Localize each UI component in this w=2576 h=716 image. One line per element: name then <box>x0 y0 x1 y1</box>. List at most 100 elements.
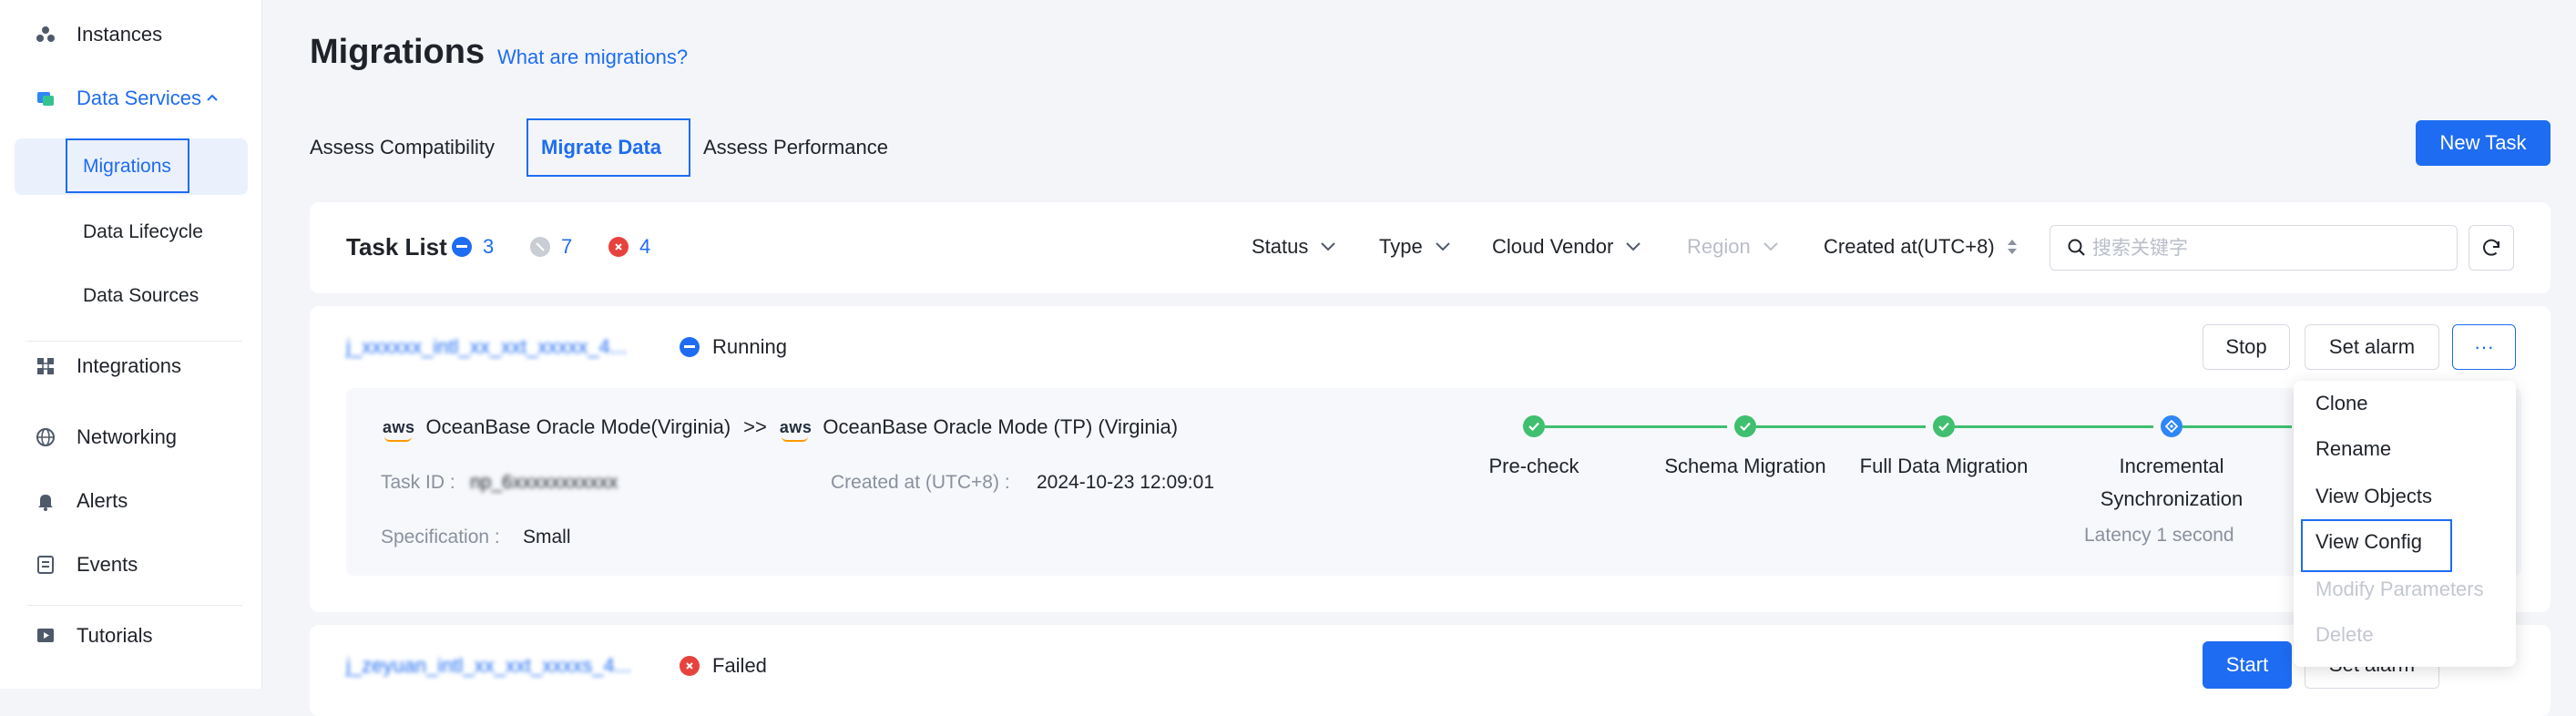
running-status-icon <box>452 237 472 257</box>
aws-logo-icon: aws <box>383 417 415 442</box>
task-name-link[interactable]: j_zeyuan_intl_xx_xxt_xxxxs_4... <box>346 654 631 678</box>
focus-outline <box>526 118 690 177</box>
status-badge: Running <box>680 335 787 359</box>
check-icon <box>1734 415 1756 437</box>
step-label: Pre-check <box>1488 455 1579 477</box>
help-link[interactable]: What are migrations? <box>497 46 688 69</box>
count-value: 4 <box>639 235 651 258</box>
task-id-label: Task ID : <box>381 472 455 493</box>
running-status-icon <box>680 337 700 357</box>
play-video-icon <box>35 625 56 647</box>
route-arrow: >> <box>743 415 767 438</box>
type-filter[interactable]: Type <box>1379 235 1452 259</box>
sidebar-item-label: Tutorials <box>77 624 153 647</box>
search-input[interactable] <box>2090 233 2446 262</box>
sidebar-item-instances[interactable]: Instances <box>0 9 262 60</box>
sidebar: Instances Data Services Migrations Data … <box>0 0 262 689</box>
status-badge: Failed <box>680 654 767 678</box>
step-connector <box>1756 425 1926 428</box>
filter-label: Status <box>1252 235 1309 258</box>
chevron-down-icon <box>1763 242 1778 251</box>
stopped-status-icon <box>530 237 550 257</box>
task-list-title: Task List <box>346 233 447 261</box>
step-label: Incremental Synchronization <box>2100 455 2244 510</box>
aws-logo-icon: aws <box>779 417 813 442</box>
region-filter: Region <box>1687 235 1780 259</box>
refresh-icon <box>2483 239 2499 256</box>
step-connector <box>1545 425 1727 428</box>
step-connector <box>1955 425 2153 428</box>
focus-outline <box>2301 519 2452 572</box>
chevron-down-icon <box>1626 242 1641 251</box>
menu-item-clone[interactable]: Clone <box>2294 381 2516 426</box>
check-icon <box>1523 415 1545 437</box>
step-label: Schema Migration <box>1664 455 1826 477</box>
failed-status-icon <box>680 656 700 676</box>
failed-status-icon <box>608 237 629 257</box>
page-title: Migrations <box>310 33 486 71</box>
sidebar-item-integrations[interactable]: Integrations <box>0 341 262 392</box>
search-icon <box>2068 239 2085 256</box>
filter-label: Cloud Vendor <box>1492 235 1614 258</box>
start-button[interactable]: Start <box>2203 641 2292 689</box>
filter-label: Type <box>1379 235 1423 258</box>
sidebar-item-alerts[interactable]: Alerts <box>0 476 262 527</box>
sidebar-divider <box>27 605 242 606</box>
more-actions-button[interactable]: ··· <box>2452 324 2516 370</box>
task-id-value: np_6xxxxxxxxxxx <box>470 472 618 493</box>
chevron-up-icon[interactable] <box>206 91 219 104</box>
cloud-vendor-filter[interactable]: Cloud Vendor <box>1492 235 1642 259</box>
sidebar-item-label: Instances <box>77 23 163 46</box>
sidebar-subitem-data-sources[interactable]: Data Sources <box>15 268 248 324</box>
sidebar-item-tutorials[interactable]: Tutorials <box>0 610 262 661</box>
status-text: Failed <box>712 654 767 677</box>
sidebar-item-networking[interactable]: Networking <box>0 412 262 463</box>
migration-route: aws OceanBase Oracle Mode(Virginia) >> a… <box>383 415 1178 442</box>
sidebar-item-data-services[interactable]: Data Services <box>0 73 262 124</box>
menu-item-delete: Delete <box>2315 623 2374 646</box>
failed-count[interactable]: 4 <box>608 235 650 259</box>
stopped-count[interactable]: 7 <box>530 235 572 259</box>
latency-text: Latency 1 second <box>2084 525 2234 546</box>
data-services-icon <box>35 87 56 109</box>
more-actions-menu: Clone Rename View Objects View Config Mo… <box>2294 381 2516 667</box>
stop-button[interactable]: Stop <box>2203 324 2290 370</box>
status-text: Running <box>712 335 787 358</box>
chevron-down-icon <box>1321 242 1336 251</box>
specification-label: Specification : <box>381 527 500 547</box>
integrations-icon <box>35 355 56 377</box>
running-count[interactable]: 3 <box>452 235 494 259</box>
in-progress-icon <box>2161 415 2182 437</box>
events-icon <box>35 554 56 576</box>
created-at-sort[interactable]: Created at(UTC+8) <box>1824 235 2019 259</box>
bell-icon <box>35 490 56 512</box>
instances-icon <box>35 24 56 46</box>
sidebar-subitem-data-lifecycle[interactable]: Data Lifecycle <box>15 204 248 261</box>
globe-icon <box>35 426 56 448</box>
new-task-button[interactable]: New Task <box>2416 120 2550 166</box>
status-filter[interactable]: Status <box>1252 235 1337 259</box>
task-name-link[interactable]: j_xxxxxx_intl_xx_xxt_xxxxx_4... <box>346 335 627 359</box>
source-endpoint: OceanBase Oracle Mode(Virginia) <box>425 415 731 438</box>
sort-icon <box>2007 240 2017 254</box>
specification-value: Small <box>523 527 571 547</box>
tab-assess-compatibility[interactable]: Assess Compatibility <box>310 118 495 177</box>
tab-assess-performance[interactable]: Assess Performance <box>703 118 888 177</box>
filter-label: Created at(UTC+8) <box>1824 235 1995 258</box>
sidebar-item-label: Events <box>77 553 138 576</box>
sidebar-item-events[interactable]: Events <box>0 539 262 590</box>
created-at-label: Created at (UTC+8) : <box>831 472 1010 493</box>
menu-item-view-objects[interactable]: View Objects <box>2294 474 2516 519</box>
menu-item-modify-parameters: Modify Parameters <box>2315 578 2484 600</box>
menu-item-rename[interactable]: Rename <box>2294 426 2516 472</box>
created-at-value: 2024-10-23 12:09:01 <box>1037 472 1214 493</box>
count-value: 3 <box>483 235 495 258</box>
sidebar-item-label: Alerts <box>77 489 128 512</box>
sidebar-subitem-label: Data Lifecycle <box>83 221 203 242</box>
count-value: 7 <box>561 235 573 258</box>
step-label: Full Data Migration <box>1859 455 2029 477</box>
refresh-button[interactable] <box>2469 225 2514 271</box>
search-box <box>2050 225 2458 271</box>
set-alarm-button[interactable]: Set alarm <box>2305 324 2439 370</box>
sidebar-subitem-label: Data Sources <box>83 285 199 306</box>
